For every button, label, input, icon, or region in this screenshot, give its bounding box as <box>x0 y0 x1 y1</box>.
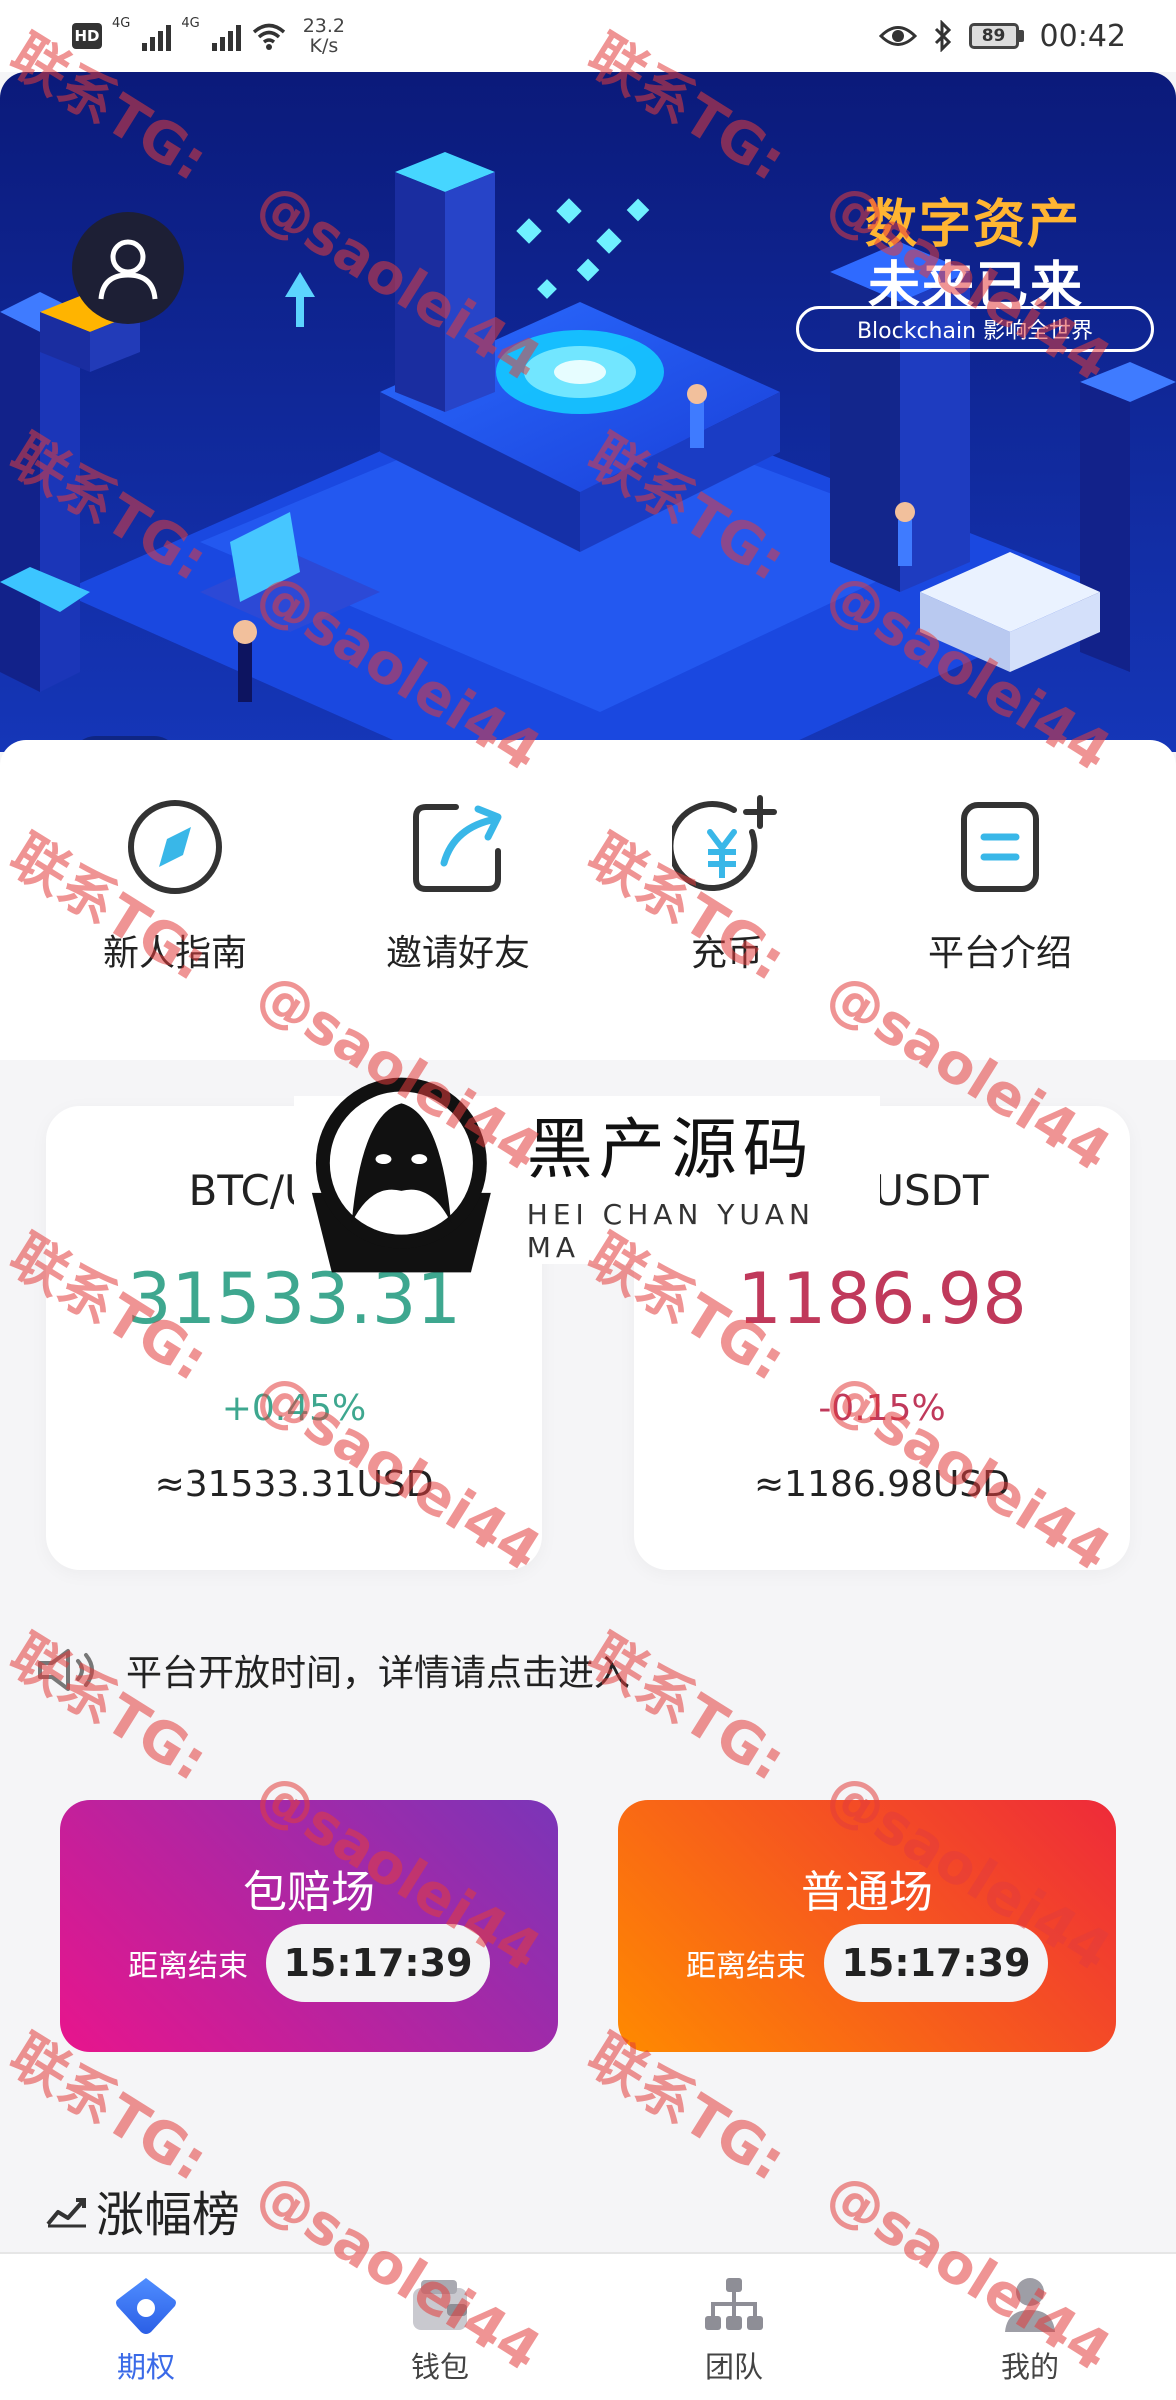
battery-icon: 89 <box>968 23 1024 49</box>
countdown-timer: 15:17:39 <box>266 1924 490 2002</box>
gainers-title-text: 涨幅榜 <box>96 2187 241 2243</box>
ticker-change: -0.15% <box>818 1388 946 1429</box>
network-type-1: 4G <box>112 16 131 31</box>
trend-chart-icon <box>46 2198 86 2228</box>
quick-menu-label: 邀请好友 <box>385 933 530 974</box>
notice-bar[interactable]: 平台开放时间，详情请点击进入 <box>34 1640 1134 1700</box>
bottom-tab-bar: 期权 钱包 团队 我的 <box>0 2252 1176 2400</box>
status-left: HD 4G 4G 23.2 K/s <box>72 14 345 58</box>
ticker-price: 1186.98 <box>737 1258 1027 1340</box>
ticker-usd-value: ≈31533.31USD <box>154 1464 434 1505</box>
session-card-normal[interactable]: 普通场 距离结束 15:17:39 <box>618 1800 1116 2052</box>
speed-unit: K/s <box>309 35 339 57</box>
tab-label: 期权 <box>116 2350 175 2384</box>
session-countdown-row: 距离结束 15:17:39 <box>60 1924 558 2002</box>
session-title: 普通场 <box>801 1867 933 1918</box>
document-icon <box>945 792 1055 902</box>
quick-menu: 新人指南 邀请好友 充币 平台介绍 <box>0 740 1176 1060</box>
speaker-icon <box>38 1649 94 1691</box>
network-type-2: 4G <box>181 16 200 31</box>
wifi-icon <box>252 23 285 50</box>
logo-text: 黑产源码 HEI CHAN YUAN MA <box>527 1096 880 1264</box>
watermark-logo: 黑产源码 HEI CHAN YUAN MA <box>294 1077 880 1273</box>
quick-menu-label: 平台介绍 <box>927 933 1072 974</box>
network-speed: 23.2 K/s <box>303 16 345 56</box>
user-icon <box>1005 2278 1055 2332</box>
countdown-label: 距离结束 <box>128 1949 248 1984</box>
quick-menu-label: 充币 <box>690 933 763 974</box>
home-icon <box>116 2278 176 2334</box>
tab-profile[interactable]: 我的 <box>950 2274 1110 2394</box>
banner-carousel[interactable]: 数字资产 未来已来 Blockchain 影响全世界 2 / 2 <box>0 72 1176 752</box>
tab-wallet[interactable]: 钱包 <box>360 2274 520 2394</box>
profile-avatar-button[interactable] <box>72 212 184 324</box>
compass-icon <box>120 792 230 902</box>
ticker-usd-value: ≈1186.98USD <box>754 1464 1010 1505</box>
tab-team[interactable]: 团队 <box>654 2274 814 2394</box>
team-tree-icon <box>705 2278 763 2330</box>
ticker-change: +0.45% <box>221 1388 367 1429</box>
yuan-plus-icon <box>672 792 782 902</box>
quick-menu-label: 新人指南 <box>102 933 247 974</box>
countdown-label: 距离结束 <box>686 1949 806 1984</box>
wallet-icon <box>413 2280 467 2330</box>
logo-emblem-icon <box>311 1077 491 1273</box>
session-title: 包赔场 <box>243 1867 375 1918</box>
clock: 00:42 <box>1039 18 1126 54</box>
tab-label: 我的 <box>1000 2350 1059 2384</box>
banner-illustration <box>0 72 1176 752</box>
quick-menu-about[interactable]: 平台介绍 <box>900 792 1100 1012</box>
countdown-timer: 15:17:39 <box>824 1924 1048 2002</box>
session-countdown-row: 距离结束 15:17:39 <box>618 1924 1116 2002</box>
signal-icon <box>142 21 172 51</box>
speed-value: 23.2 <box>302 15 346 37</box>
eye-icon <box>878 26 917 46</box>
logo-english: HEI CHAN YUAN MA <box>526 1198 815 1264</box>
tab-label: 钱包 <box>410 2350 469 2384</box>
logo-chinese: 黑产源码 <box>526 1111 815 1188</box>
notice-text: 平台开放时间，详情请点击进入 <box>126 1653 631 1694</box>
gainers-section-title: 涨幅榜 <box>44 2180 240 2243</box>
quick-menu-guide[interactable]: 新人指南 <box>75 792 275 1012</box>
tab-options[interactable]: 期权 <box>66 2274 226 2394</box>
tab-label: 团队 <box>704 2350 763 2384</box>
bluetooth-icon <box>934 20 951 52</box>
session-card-compensation[interactable]: 包赔场 距离结束 15:17:39 <box>60 1800 558 2052</box>
status-right: 89 00:42 <box>878 12 1126 60</box>
quick-menu-invite[interactable]: 邀请好友 <box>358 792 558 1012</box>
battery-level: 89 <box>968 23 1019 49</box>
quick-menu-deposit[interactable]: 充币 <box>627 792 827 1012</box>
share-arrow-icon <box>403 792 513 902</box>
hd-icon: HD <box>72 23 102 49</box>
signal-icon <box>211 21 241 51</box>
user-icon <box>98 239 158 300</box>
banner-tagline: Blockchain 影响全世界 <box>796 306 1154 352</box>
status-bar: HD 4G 4G 23.2 K/s 89 00:42 <box>0 0 1176 72</box>
